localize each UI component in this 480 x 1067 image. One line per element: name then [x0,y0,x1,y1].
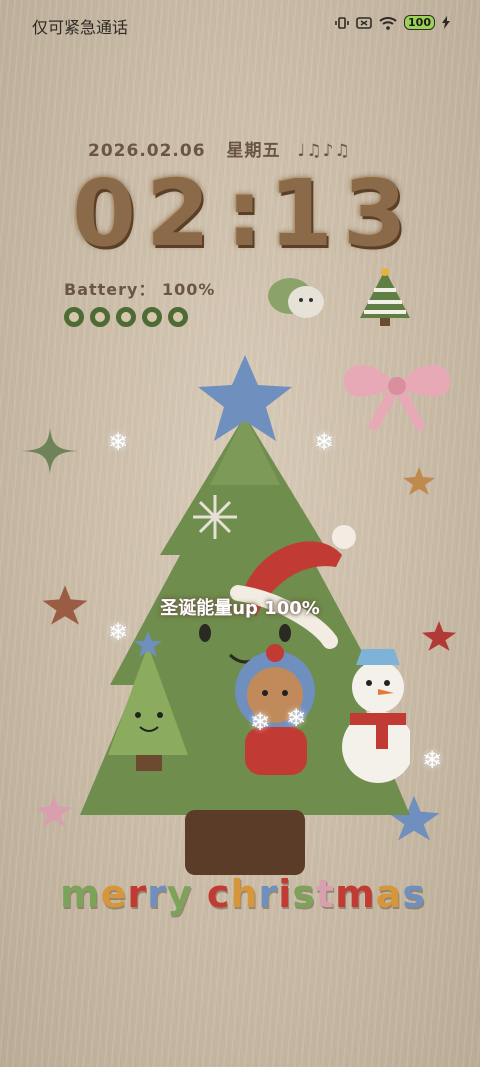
music-notes-text: ♩♫♪♫ [297,141,351,161]
greeting-letter: h [230,872,259,916]
status-bar: 仅可紧急通话 100 [0,0,480,48]
battery-dot [116,307,136,327]
greeting-letter: s [292,872,316,916]
greeting-letter: s [402,872,426,916]
energy-caption: 圣诞能量up 100% [160,598,320,619]
battery-dot [168,307,188,327]
greeting-letter: m [60,872,101,916]
battery-dot [64,307,84,327]
battery-dots [64,307,188,327]
greeting-letter: a [375,872,403,916]
snowflake-icon: ❄ [108,618,129,646]
greeting-letter: i [278,872,293,916]
snowflake-icon: ❄ [250,708,271,736]
battery-icon: 100 [404,15,435,30]
clock-hours: 02 [72,160,221,267]
battery-dot [90,307,110,327]
date-text: 2026.02.06 [88,141,206,161]
greeting-letter: r [127,872,148,916]
greeting-letter: y [166,872,193,916]
star-icon [35,795,73,827]
snowflake-icon: ❄ [108,428,129,456]
battery-label: Battery： 100% [64,280,216,299]
snowflake-icon: ❄ [286,704,307,732]
greeting-letter [193,872,207,916]
wechat-widget-icon[interactable] [266,276,328,322]
greeting-letter: r [147,872,167,916]
snowflake-icon: ❄ [422,746,443,774]
greeting-letter: r [258,872,279,916]
greeting-letter: t [315,872,336,916]
weekday-text: 星期五 [226,141,281,161]
merry-christmas-text: merry christmas [60,872,426,916]
vibrate-icon [335,16,349,29]
snowflake-icon: ❄ [314,428,335,456]
clock-minutes: 13 [268,160,417,267]
charging-icon [442,16,450,29]
sparkle-icon [22,428,78,474]
no-sim-icon [356,16,372,29]
carrier-label: 仅可紧急通话 [32,18,129,37]
greeting-letter: m [335,872,376,916]
mini-tree-icon[interactable] [356,266,414,328]
date-line: 2026.02.06 星期五 ♩♫♪♫ [88,136,351,161]
wifi-icon [379,16,397,30]
status-icons: 100 [335,15,450,30]
star-icon [421,621,457,651]
greeting-letter: c [206,872,231,916]
clock: 02:13 [72,160,412,267]
battery-dot [142,307,162,327]
greeting-letter: e [100,872,128,916]
clock-separator: : [226,160,263,267]
